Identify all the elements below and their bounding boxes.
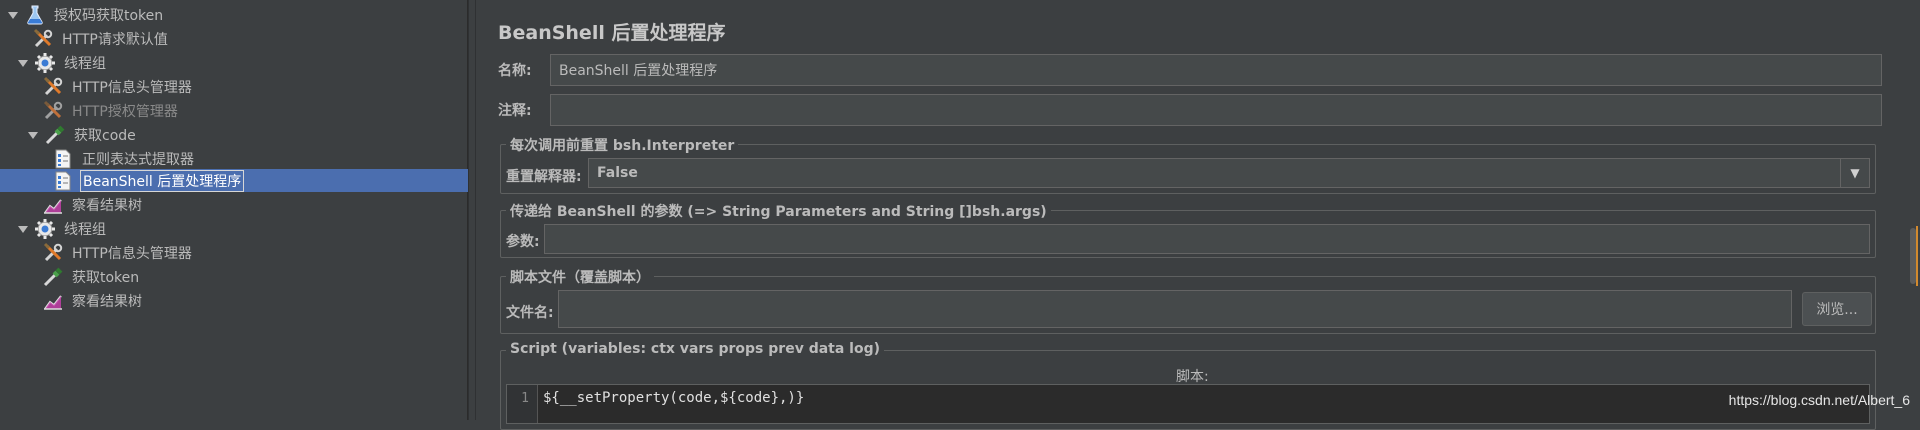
tree-node-label: 察看结果树	[72, 198, 142, 214]
name-field[interactable]: BeanShell 后置处理程序	[550, 54, 1882, 86]
vertical-scrollbar-thumb[interactable]	[1910, 228, 1916, 284]
gear-icon	[34, 52, 56, 74]
tree-node-label: HTTP信息头管理器	[72, 80, 192, 96]
wrench-screwdriver-icon	[42, 76, 64, 98]
pipette-icon	[44, 124, 66, 146]
document-icon	[52, 148, 74, 170]
script-group-title: Script (variables: ctx vars props prev d…	[506, 341, 885, 357]
filename-field[interactable]	[558, 290, 1792, 328]
expand-arrow-icon[interactable]	[26, 128, 40, 142]
wrench-screwdriver-icon	[42, 242, 64, 264]
tree-node-label: 线程组	[64, 56, 106, 72]
reset-interpreter-group-title: 每次调用前重置 bsh.Interpreter	[506, 135, 739, 155]
tree-node-view-results-1[interactable]: 察看结果树	[42, 193, 144, 217]
reset-interpreter-label: 重置解释器:	[506, 169, 582, 185]
parameters-field[interactable]	[544, 224, 1870, 254]
comment-field[interactable]	[550, 94, 1882, 126]
script-file-group-title: 脚本文件（覆盖脚本）	[506, 267, 654, 287]
expand-arrow-icon[interactable]	[16, 56, 30, 70]
script-label: 脚本:	[1176, 369, 1209, 385]
wrench-screwdriver-icon	[42, 100, 64, 122]
page-title: BeanShell 后置处理程序	[498, 22, 726, 44]
wrench-screwdriver-icon	[32, 28, 54, 50]
tree-node-label: 获取code	[74, 128, 136, 144]
filename-label: 文件名:	[506, 305, 554, 321]
name-field-value: BeanShell 后置处理程序	[559, 63, 718, 79]
parameters-label: 参数:	[506, 234, 540, 250]
tree-node-thread-group-2[interactable]: 线程组	[16, 217, 108, 241]
watermark-text: https://blog.csdn.net/Albert_6	[1728, 392, 1910, 408]
line-number: 1	[521, 391, 529, 406]
tree-node-http-defaults[interactable]: HTTP请求默认值	[32, 27, 170, 51]
tree-node-label: 获取token	[72, 270, 140, 286]
script-editor[interactable]: 1 ${__setProperty(code,${code},)}	[506, 384, 1870, 424]
code-line: ${__setProperty(code,${code},)}	[543, 390, 805, 406]
tree-node-label: HTTP信息头管理器	[72, 246, 192, 262]
tree-node-label: 正则表达式提取器	[82, 152, 194, 168]
editor-gutter: 1	[507, 385, 538, 423]
name-label: 名称:	[498, 63, 532, 79]
tree-node-header-manager-1[interactable]: HTTP信息头管理器	[42, 75, 194, 99]
tree-node-label: 线程组	[64, 222, 106, 238]
tree-node-beanshell-postprocessor[interactable]: BeanShell 后置处理程序	[52, 169, 245, 193]
scrollbar-accent	[1916, 226, 1918, 286]
panel-splitter[interactable]	[468, 0, 476, 420]
chevron-down-icon[interactable]: ▼	[1840, 159, 1869, 187]
chart-icon	[42, 194, 64, 216]
tree-node-get-code[interactable]: 获取code	[26, 123, 138, 147]
flask-icon	[24, 4, 46, 26]
expand-arrow-icon[interactable]	[16, 222, 30, 236]
gear-icon	[34, 218, 56, 240]
tree-node-auth-manager[interactable]: HTTP授权管理器	[42, 99, 180, 123]
beanshell-postprocessor-panel: BeanShell 后置处理程序 名称: BeanShell 后置处理程序 注释…	[476, 0, 1920, 430]
pipette-icon	[42, 266, 64, 288]
tree-node-header-manager-2[interactable]: HTTP信息头管理器	[42, 241, 194, 265]
tree-node-label: HTTP授权管理器	[72, 104, 178, 120]
tree-node-root[interactable]: 授权码获取token	[6, 3, 165, 27]
test-plan-tree[interactable]: 授权码获取token HTTP请求默认值 线程组 HTTP信息头管理器 HTTP…	[0, 0, 468, 420]
parameters-group-title: 传递给 BeanShell 的参数 (=> String Parameters …	[506, 201, 1051, 221]
tree-node-label: HTTP请求默认值	[62, 32, 168, 48]
tree-node-label: 授权码获取token	[54, 8, 164, 24]
comment-label: 注释:	[498, 103, 532, 119]
chart-icon	[42, 290, 64, 312]
document-icon	[52, 170, 74, 192]
tree-node-regex-extractor[interactable]: 正则表达式提取器	[52, 147, 196, 171]
tree-node-thread-group-1[interactable]: 线程组	[16, 51, 108, 75]
tree-node-label: 察看结果树	[72, 294, 142, 310]
reset-interpreter-select[interactable]: False ▼	[588, 158, 1870, 188]
expand-arrow-icon[interactable]	[6, 8, 20, 22]
tree-node-label: BeanShell 后置处理程序	[80, 170, 245, 192]
browse-button[interactable]: 浏览...	[1802, 292, 1872, 326]
tree-node-get-token[interactable]: 获取token	[42, 265, 141, 289]
tree-node-view-results-2[interactable]: 察看结果树	[42, 289, 144, 313]
reset-interpreter-value: False	[597, 165, 638, 181]
